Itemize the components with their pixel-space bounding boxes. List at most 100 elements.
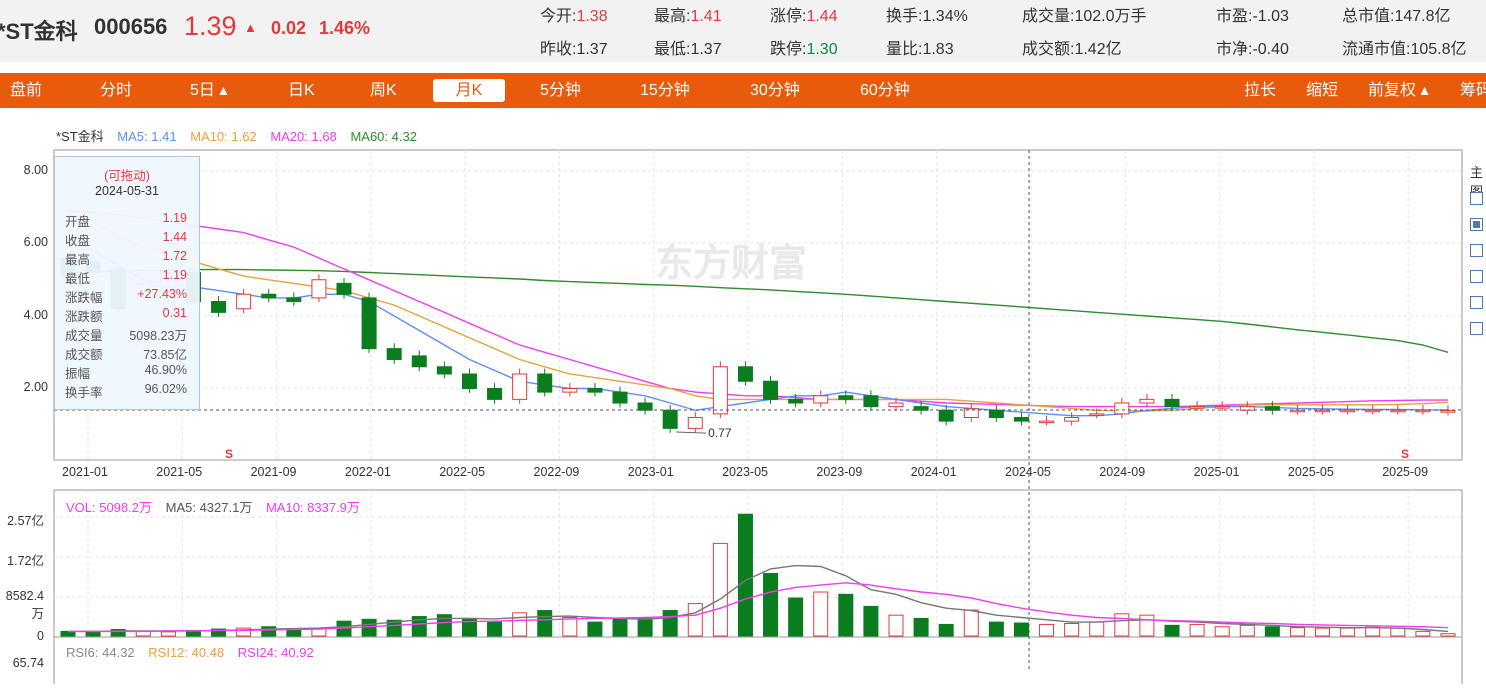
- date-tick: 2025-05: [1287, 465, 1334, 479]
- candle-body: [1013, 417, 1029, 422]
- volume-bar: [1440, 633, 1456, 637]
- volume-bar: [562, 616, 578, 637]
- quote-label: 成交额:: [1022, 41, 1075, 58]
- volume-bar: [1214, 626, 1230, 637]
- tooltip-row: 成交额 73.85亿: [65, 344, 187, 362]
- volume-bar: [1264, 626, 1280, 637]
- data-tooltip[interactable]: (可拖动) 2024-05-31 开盘 1.19 收盘 1.44 最高 1.72 最低 1.1…: [54, 156, 200, 410]
- price-change-pct: 1.46%: [319, 18, 371, 38]
- signal-marker: S: [1401, 447, 1409, 461]
- tab-2[interactable]: 分时: [100, 73, 132, 108]
- candle-body: [1039, 420, 1055, 424]
- indicator-checkbox[interactable]: [1470, 218, 1483, 231]
- tab-14[interactable]: 筹码: [1460, 73, 1486, 108]
- tab-13[interactable]: 前复权 ▴: [1368, 73, 1428, 108]
- candle-body: [261, 293, 277, 299]
- tooltip-row: 最低 1.19: [65, 268, 187, 286]
- tooltip-value: +27.43%: [137, 287, 187, 301]
- candle-body: [562, 388, 578, 393]
- candle-body: [512, 373, 528, 400]
- volume-bar: [1039, 623, 1055, 637]
- date-tick: 2025-09: [1382, 465, 1429, 479]
- tab-8[interactable]: 15分钟: [640, 73, 690, 108]
- volume-bar: [587, 621, 603, 637]
- date-tick: 2021-05: [156, 465, 203, 479]
- quote-label: 今开:: [540, 8, 577, 25]
- indicator-checkbox[interactable]: [1470, 270, 1483, 283]
- legend-rsi12: RSI12: 40.48: [148, 645, 225, 660]
- date-tick: 2023-09: [816, 465, 863, 479]
- rsi-legend: RSI6: 44.32 RSI12: 40.48 RSI24: 40.92: [66, 645, 324, 660]
- tooltip-key: 成交额: [65, 348, 103, 362]
- candle-body: [1114, 402, 1130, 415]
- tab-3[interactable]: 5日 ▴: [190, 73, 227, 108]
- quote-field: 今开:1.38: [540, 2, 608, 26]
- tab-1[interactable]: 盘前: [10, 73, 42, 108]
- quote-field: 市盈:-1.03: [1216, 2, 1289, 26]
- quote-label: 量比:: [886, 41, 923, 58]
- tooltip-value: 46.90%: [144, 363, 187, 377]
- tab-6[interactable]: 月K: [433, 79, 505, 102]
- candle-body: [436, 366, 452, 375]
- quote-value: 1.34%: [922, 8, 968, 25]
- price-tick: 2.00: [23, 380, 48, 394]
- quote-field: 成交量:102.0万手: [1022, 2, 1147, 26]
- quote-field: 总市值:147.8亿: [1342, 2, 1451, 26]
- tooltip-value: 1.19: [162, 268, 187, 282]
- price-tick: 6.00: [23, 235, 48, 249]
- tooltip-key: 涨跌幅: [65, 291, 103, 305]
- legend-vol: VOL: 5098.2万: [66, 500, 152, 515]
- candle-body: [938, 409, 954, 422]
- quote-label: 总市值:: [1342, 8, 1395, 25]
- quote-value: 1.44: [806, 8, 838, 25]
- tab-4[interactable]: 日K: [288, 73, 315, 108]
- volume-bar: [1239, 624, 1255, 637]
- legend-vol-ma5: MA5: 4327.1万: [165, 500, 253, 515]
- volume-bar: [261, 626, 277, 637]
- date-tick: 2023-05: [722, 465, 768, 479]
- indicator-checkbox[interactable]: [1470, 244, 1483, 257]
- volume-bar: [487, 621, 503, 637]
- quote-value: -0.40: [1252, 41, 1289, 58]
- quote-value: 147.8亿: [1394, 8, 1451, 25]
- date-tick: 2024-09: [1099, 465, 1146, 479]
- candle-body: [888, 402, 904, 408]
- date-tick: 2021-01: [62, 465, 108, 479]
- candle-body: [361, 297, 377, 350]
- tab-12[interactable]: 缩短: [1306, 73, 1338, 108]
- tab-9[interactable]: 30分钟: [750, 73, 800, 108]
- quote-value: 102.0万手: [1074, 8, 1147, 25]
- candle-body: [1139, 398, 1155, 404]
- tooltip-value: 1.19: [162, 211, 187, 225]
- volume-bar: [963, 609, 979, 637]
- quote-label: 跌停:: [770, 41, 807, 58]
- volume-bar: [1114, 613, 1130, 637]
- volume-bar: [637, 617, 653, 637]
- tooltip-key: 振幅: [65, 367, 91, 381]
- volume-bar: [537, 610, 553, 637]
- volume-bar: [938, 623, 954, 637]
- indicator-checkbox[interactable]: [1470, 192, 1483, 205]
- tooltip-row: 最高 1.72: [65, 249, 187, 267]
- volume-bar: [1390, 627, 1406, 637]
- indicator-checkbox[interactable]: [1470, 296, 1483, 309]
- candle-body: [537, 373, 553, 393]
- tab-11[interactable]: 拉长: [1244, 73, 1276, 108]
- price-pane-frame: [53, 149, 1463, 461]
- date-tick: 2023-01: [627, 465, 674, 479]
- indicator-checkbox[interactable]: [1470, 322, 1483, 335]
- tab-10[interactable]: 60分钟: [860, 73, 910, 108]
- tab-5[interactable]: 周K: [370, 73, 397, 108]
- volume-bar: [813, 591, 829, 637]
- kline-chart[interactable]: 0.77 S S: [0, 108, 1486, 689]
- tooltip-value: 73.85亿: [143, 348, 187, 362]
- quote-value: -1.03: [1252, 8, 1289, 25]
- tab-7[interactable]: 5分钟: [540, 73, 581, 108]
- quote-header: *ST金科 000656 1.39 ▲ 0.02 1.46% 今开:1.38 最高…: [0, 0, 1486, 62]
- tooltip-value: 1.44: [162, 230, 187, 244]
- volume-bar: [863, 605, 879, 637]
- candle-body: [612, 391, 628, 404]
- legend-rsi24: RSI24: 40.92: [237, 645, 314, 660]
- volume-bar: [512, 612, 528, 637]
- tooltip-value: 5098.23万: [129, 329, 187, 343]
